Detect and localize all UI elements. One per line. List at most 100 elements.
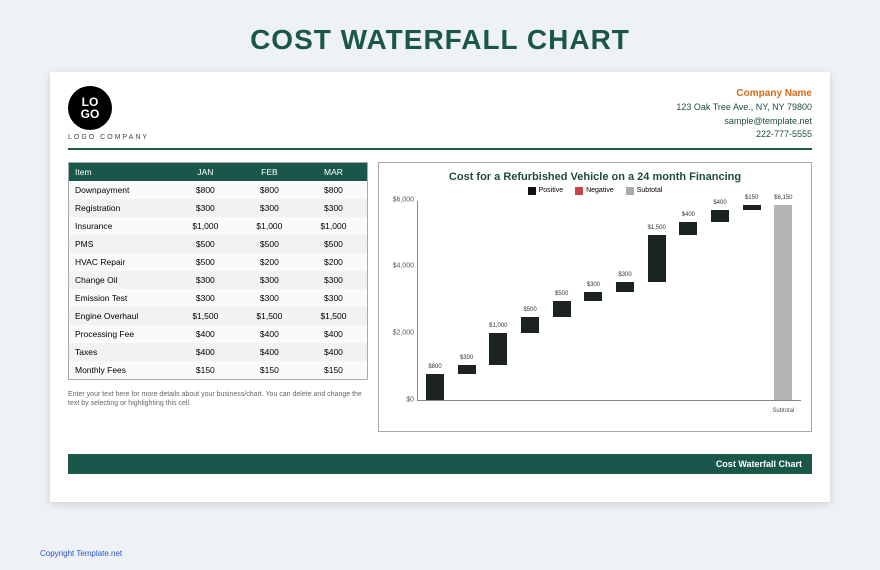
cell-value: $300 — [301, 271, 365, 289]
table-row[interactable]: Registration$300$300$300 — [69, 199, 367, 217]
bar-positive: $500 — [521, 317, 539, 333]
bar-positive: $1,500 — [648, 235, 666, 283]
cell-value: $800 — [173, 181, 237, 199]
col-header-jan: JAN — [173, 163, 237, 181]
logo-icon: LO GO — [68, 86, 112, 130]
bar-positive: $300 — [458, 365, 476, 375]
legend-subtotal: Subtotal — [626, 187, 663, 195]
table-header-row: Item JAN FEB MAR — [69, 163, 367, 181]
cell-item: HVAC Repair — [69, 253, 173, 271]
table-row[interactable]: Downpayment$800$800$800 — [69, 181, 367, 199]
bar-label: $400 — [705, 200, 735, 206]
cell-value: $300 — [173, 199, 237, 217]
legend-label-positive: Positive — [539, 187, 564, 194]
cost-table: Item JAN FEB MAR Downpayment$800$800$800… — [68, 162, 368, 380]
table-row[interactable]: Insurance$1,000$1,000$1,000 — [69, 217, 367, 235]
bar-label: $300 — [452, 355, 482, 361]
table-row[interactable]: Emission Test$300$300$300 — [69, 289, 367, 307]
table-row[interactable]: PMS$500$500$500 — [69, 235, 367, 253]
col-header-feb: FEB — [237, 163, 301, 181]
bar-positive: $1,000 — [489, 333, 507, 365]
bar-positive: $150 — [743, 205, 761, 210]
cell-value: $300 — [237, 199, 301, 217]
bar-subtotal: $6,150Subtotal — [774, 205, 792, 400]
bar-label: $500 — [547, 291, 577, 297]
cell-value: $1,500 — [301, 307, 365, 325]
legend-label-negative: Negative — [586, 187, 614, 194]
cell-value: $300 — [301, 199, 365, 217]
cell-item: Registration — [69, 199, 173, 217]
footer-bar: Cost Waterfall Chart — [68, 454, 812, 474]
cell-item: Monthly Fees — [69, 361, 173, 379]
legend-negative: Negative — [575, 187, 614, 195]
page-title: COST WATERFALL CHART — [250, 24, 630, 56]
legend-label-subtotal: Subtotal — [637, 187, 663, 194]
company-phone: 222-777-5555 — [676, 128, 812, 142]
cell-value: $400 — [173, 343, 237, 361]
cell-value: $400 — [173, 325, 237, 343]
company-email: sample@template.net — [676, 115, 812, 129]
col-header-mar: MAR — [301, 163, 365, 181]
table-row[interactable]: Engine Overhaul$1,500$1,500$1,500 — [69, 307, 367, 325]
bar-positive: $300 — [584, 292, 602, 302]
cell-value: $1,000 — [173, 217, 237, 235]
cell-value: $200 — [301, 253, 365, 271]
table-row[interactable]: Processing Fee$400$400$400 — [69, 325, 367, 343]
table-row[interactable]: Monthly Fees$150$150$150 — [69, 361, 367, 379]
header-divider — [68, 148, 812, 150]
bar-positive: $500 — [553, 301, 571, 317]
sheet-body: Item JAN FEB MAR Downpayment$800$800$800… — [68, 162, 812, 432]
bar-label: $800 — [420, 364, 450, 370]
note-text[interactable]: Enter your text here for more details ab… — [68, 390, 368, 410]
table-row[interactable]: Change Oil$300$300$300 — [69, 271, 367, 289]
y-tick: $6,000 — [390, 196, 414, 203]
x-tick-label: Subtotal — [768, 408, 798, 414]
cell-value: $400 — [237, 325, 301, 343]
cell-item: Taxes — [69, 343, 173, 361]
cell-value: $500 — [301, 235, 365, 253]
bar-label: $1,000 — [483, 323, 513, 329]
chart-legend: Positive Negative Subtotal — [389, 187, 801, 195]
bar-positive: $300 — [616, 282, 634, 292]
table-row[interactable]: Taxes$400$400$400 — [69, 343, 367, 361]
logo-block: LO GO LOGO COMPANY — [68, 86, 149, 141]
bar-positive: $400 — [679, 222, 697, 235]
cell-item: Processing Fee — [69, 325, 173, 343]
bar-label: $150 — [737, 195, 767, 201]
cell-item: PMS — [69, 235, 173, 253]
y-tick: $2,000 — [390, 329, 414, 336]
cell-value: $400 — [237, 343, 301, 361]
cell-item: Change Oil — [69, 271, 173, 289]
cell-value: $300 — [301, 289, 365, 307]
cell-value: $800 — [301, 181, 365, 199]
cell-value: $150 — [301, 361, 365, 379]
logo-subtext: LOGO COMPANY — [68, 134, 149, 141]
spreadsheet-sheet: LO GO LOGO COMPANY Company Name 123 Oak … — [50, 72, 830, 502]
cell-value: $300 — [237, 271, 301, 289]
cell-value: $500 — [237, 235, 301, 253]
legend-swatch-positive — [528, 187, 536, 195]
cell-value: $1,500 — [237, 307, 301, 325]
company-address: 123 Oak Tree Ave., NY, NY 79800 — [676, 101, 812, 115]
cell-value: $1,500 — [173, 307, 237, 325]
cell-value: $500 — [173, 253, 237, 271]
bar-label: $400 — [673, 212, 703, 218]
cell-value: $150 — [173, 361, 237, 379]
cell-value: $1,000 — [301, 217, 365, 235]
waterfall-chart: Cost for a Refurbished Vehicle on a 24 m… — [378, 162, 812, 432]
bar-label: $1,500 — [642, 225, 672, 231]
bar-label: $300 — [610, 272, 640, 278]
cell-value: $200 — [237, 253, 301, 271]
cell-value: $300 — [173, 271, 237, 289]
y-tick: $4,000 — [390, 263, 414, 270]
cell-value: $1,000 — [237, 217, 301, 235]
cell-item: Emission Test — [69, 289, 173, 307]
table-row[interactable]: HVAC Repair$500$200$200 — [69, 253, 367, 271]
bar-positive: $400 — [711, 210, 729, 223]
logo-text-line2: GO — [81, 108, 100, 120]
legend-swatch-subtotal — [626, 187, 634, 195]
cell-value: $800 — [237, 181, 301, 199]
bar-label: $6,150 — [768, 195, 798, 201]
copyright-link[interactable]: Copyright Template.net — [40, 549, 122, 558]
cell-value: $150 — [237, 361, 301, 379]
